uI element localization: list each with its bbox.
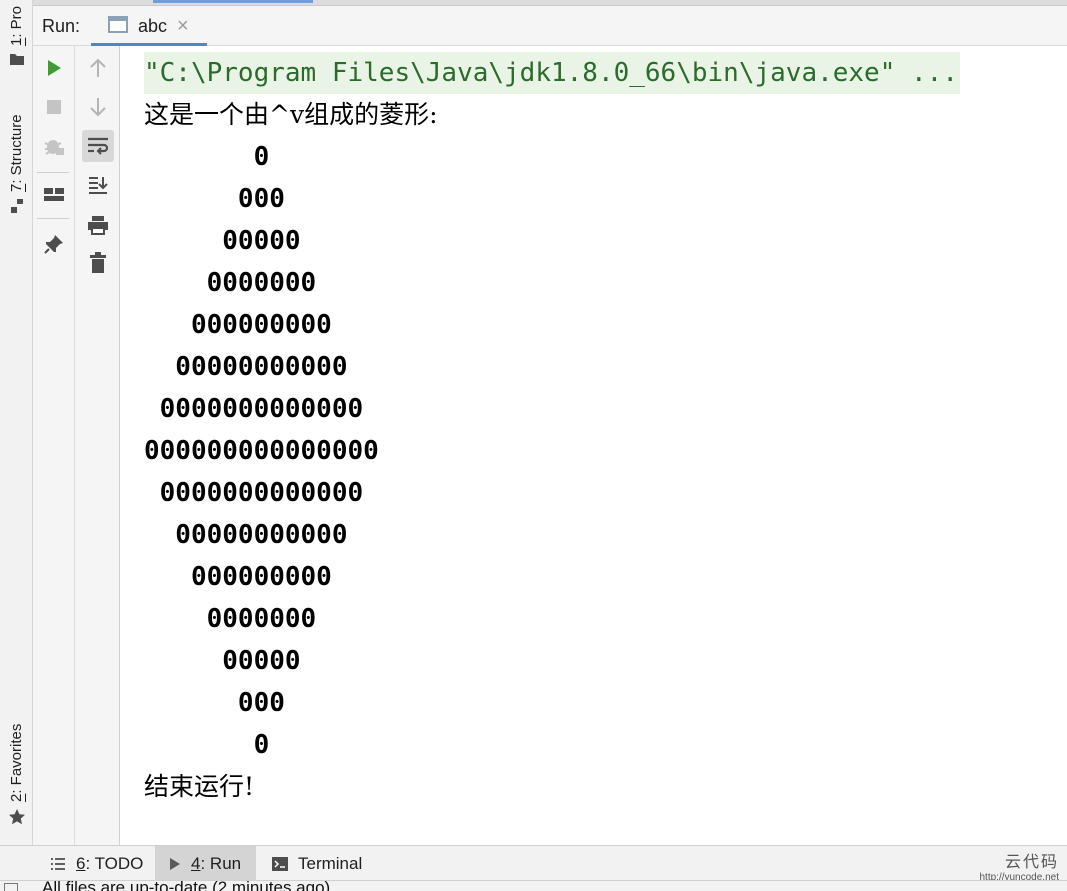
terminal-icon xyxy=(272,856,288,871)
toolbar-separator xyxy=(37,218,69,219)
play-icon xyxy=(169,857,181,871)
bug-icon[interactable] xyxy=(38,130,70,162)
scroll-to-end-icon[interactable] xyxy=(82,169,114,201)
folder-icon xyxy=(9,52,25,71)
structure-tab-label: : Structure xyxy=(8,114,25,184)
watermark: 云代码 http://yuncode.net xyxy=(979,848,1059,883)
diamond-row: 0000000 xyxy=(144,268,317,298)
close-icon[interactable]: × xyxy=(177,15,189,38)
favorites-tab-label: : Favorites xyxy=(8,723,25,794)
tool-tab-project[interactable]: 1: Pro xyxy=(0,0,33,71)
diamond-row: 00000 xyxy=(144,226,301,256)
console-output[interactable]: "C:\Program Files\Java\jdk1.8.0_66\bin\j… xyxy=(121,46,1067,845)
run-tab-label-bottom: : Run xyxy=(200,853,242,873)
tool-tab-favorites[interactable]: 2: Favorites xyxy=(0,710,33,831)
diamond-row: 0 xyxy=(144,730,270,760)
tab-run[interactable]: 4: Run xyxy=(155,846,256,881)
run-tab-number: 4 xyxy=(191,853,201,873)
arrow-down-icon[interactable] xyxy=(82,91,114,123)
list-icon xyxy=(50,857,66,871)
layout-icon[interactable] xyxy=(38,178,70,210)
project-tab-number: 1 xyxy=(8,37,25,46)
status-toggle-icon[interactable] xyxy=(4,883,18,891)
status-message: All files are up-to-date (2 minutes ago) xyxy=(42,880,331,891)
print-icon[interactable] xyxy=(82,209,114,241)
tab-terminal[interactable]: Terminal xyxy=(262,846,382,881)
console-tab-icon xyxy=(108,16,128,33)
diamond-row: 000 xyxy=(144,184,285,214)
left-tool-strip: 1: Pro 7: Structure 2: Favorites xyxy=(0,0,33,845)
favorites-tab-number: 2 xyxy=(8,793,25,802)
diamond-row: 00000000000 xyxy=(144,352,348,382)
structure-icon xyxy=(9,198,25,219)
soft-wrap-icon[interactable] xyxy=(82,130,114,162)
diamond-row: 0 xyxy=(144,142,270,172)
diamond-row: 00000 xyxy=(144,646,301,676)
diamond-row: 000000000000000 xyxy=(144,436,379,466)
diamond-row: 000 xyxy=(144,688,285,718)
pin-icon[interactable] xyxy=(38,228,70,260)
selected-editor-indicator xyxy=(153,0,313,3)
star-icon xyxy=(8,808,26,831)
diamond-row: 00000000000 xyxy=(144,520,348,550)
diamond-row: 0000000 xyxy=(144,604,317,634)
watermark-title: 云代码 xyxy=(1004,854,1059,871)
tab-todo[interactable]: 6: TODO xyxy=(40,846,150,881)
run-tab-abc[interactable]: abc × xyxy=(91,6,207,46)
terminal-tab-label: Terminal xyxy=(298,853,363,873)
diamond-row: 0000000000000 xyxy=(144,394,364,424)
console-command-line: "C:\Program Files\Java\jdk1.8.0_66\bin\j… xyxy=(144,52,960,94)
run-toolbar-secondary xyxy=(75,46,120,845)
todo-tab-label: : TODO xyxy=(85,853,144,873)
play-icon[interactable] xyxy=(38,52,70,84)
diamond-row: 0000000000000 xyxy=(144,478,364,508)
arrow-up-icon[interactable] xyxy=(82,52,114,84)
stop-icon[interactable] xyxy=(38,91,70,123)
console-finish-line: 结束运行! xyxy=(144,772,255,801)
run-panel-title: Run: xyxy=(42,16,81,36)
todo-tab-number: 6 xyxy=(76,853,86,873)
run-tab-label: abc xyxy=(138,16,168,36)
tool-tab-structure[interactable]: 7: Structure xyxy=(0,100,33,219)
status-bar: All files are up-to-date (2 minutes ago) xyxy=(0,880,1067,891)
trash-icon[interactable] xyxy=(82,247,114,279)
console-intro-line: 这是一个由^v组成的菱形: xyxy=(144,100,438,129)
structure-tab-number: 7 xyxy=(8,183,25,192)
toolbar-separator xyxy=(37,172,69,173)
diamond-row: 000000000 xyxy=(144,562,332,592)
run-panel-header: Run: abc × xyxy=(33,6,1067,46)
run-toolbar-primary xyxy=(33,46,75,845)
project-tab-label: : Pro xyxy=(8,5,25,38)
bottom-tool-bar: 6: TODO 4: Run Terminal 云代码 http://yunco… xyxy=(0,845,1067,883)
diamond-row: 000000000 xyxy=(144,310,332,340)
